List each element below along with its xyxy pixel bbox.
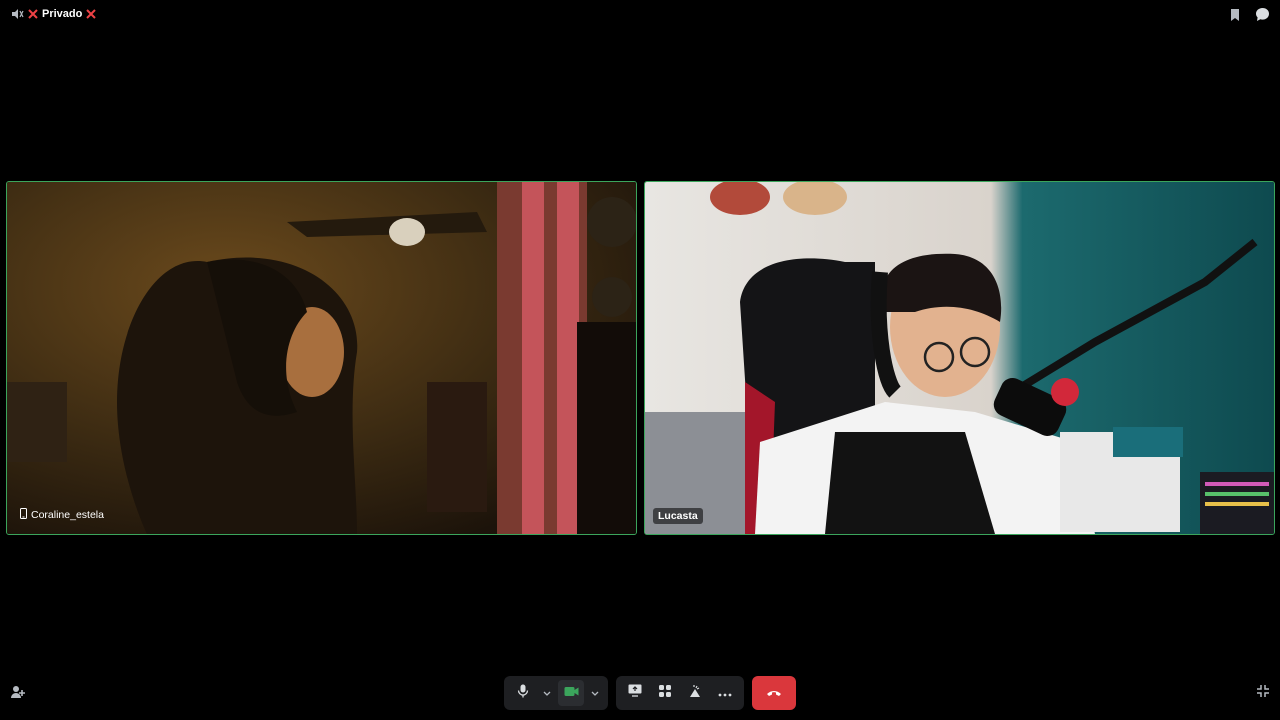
participant-name-tag: Lucasta (653, 508, 703, 524)
invite-button[interactable] (10, 684, 26, 705)
mute-button[interactable] (510, 680, 536, 706)
bookmark-icon[interactable] (1229, 8, 1241, 22)
screen-share-button[interactable] (622, 680, 648, 706)
activities-icon (658, 684, 672, 703)
mobile-phone-icon (20, 508, 27, 522)
more-options-button[interactable] (712, 680, 738, 706)
chevron-down-icon (591, 684, 599, 702)
video-feed (7, 182, 636, 534)
soundboard-button[interactable] (682, 680, 708, 706)
activity-controls-group (616, 676, 744, 710)
top-bar: Privado (0, 0, 1280, 32)
camera-button[interactable] (558, 680, 584, 706)
call-controls (504, 676, 796, 710)
audio-settings-dropdown[interactable] (540, 680, 554, 706)
participant-name: Coraline_estela (31, 509, 104, 521)
hang-up-icon (766, 684, 782, 702)
video-feed (645, 182, 1274, 534)
speaker-muted-icon[interactable] (10, 7, 24, 21)
participant-name: Lucasta (658, 510, 698, 522)
exit-fullscreen-icon (1256, 685, 1270, 702)
participant-tile[interactable]: Coraline_estela (6, 181, 637, 535)
video-settings-dropdown[interactable] (588, 680, 602, 706)
top-actions (1229, 7, 1270, 22)
close-x-icon[interactable] (28, 9, 38, 19)
camera-icon (564, 684, 579, 702)
soundboard-icon (688, 684, 702, 703)
add-friend-icon (10, 686, 26, 704)
exit-fullscreen-button[interactable] (1256, 684, 1270, 703)
chat-bubble-icon[interactable] (1255, 7, 1270, 22)
activities-button[interactable] (652, 680, 678, 706)
chevron-down-icon (543, 684, 551, 702)
media-controls-group (504, 676, 608, 710)
screen-share-icon (628, 684, 642, 702)
disconnect-button[interactable] (752, 676, 796, 710)
participant-tile[interactable]: Lucasta (644, 181, 1275, 535)
channel-header: Privado (10, 7, 97, 21)
close-x-icon[interactable] (86, 9, 97, 19)
more-dots-icon (718, 684, 732, 702)
channel-name: Privado (42, 8, 83, 20)
microphone-icon (517, 684, 529, 703)
participant-name-tag: Coraline_estela (15, 506, 109, 524)
